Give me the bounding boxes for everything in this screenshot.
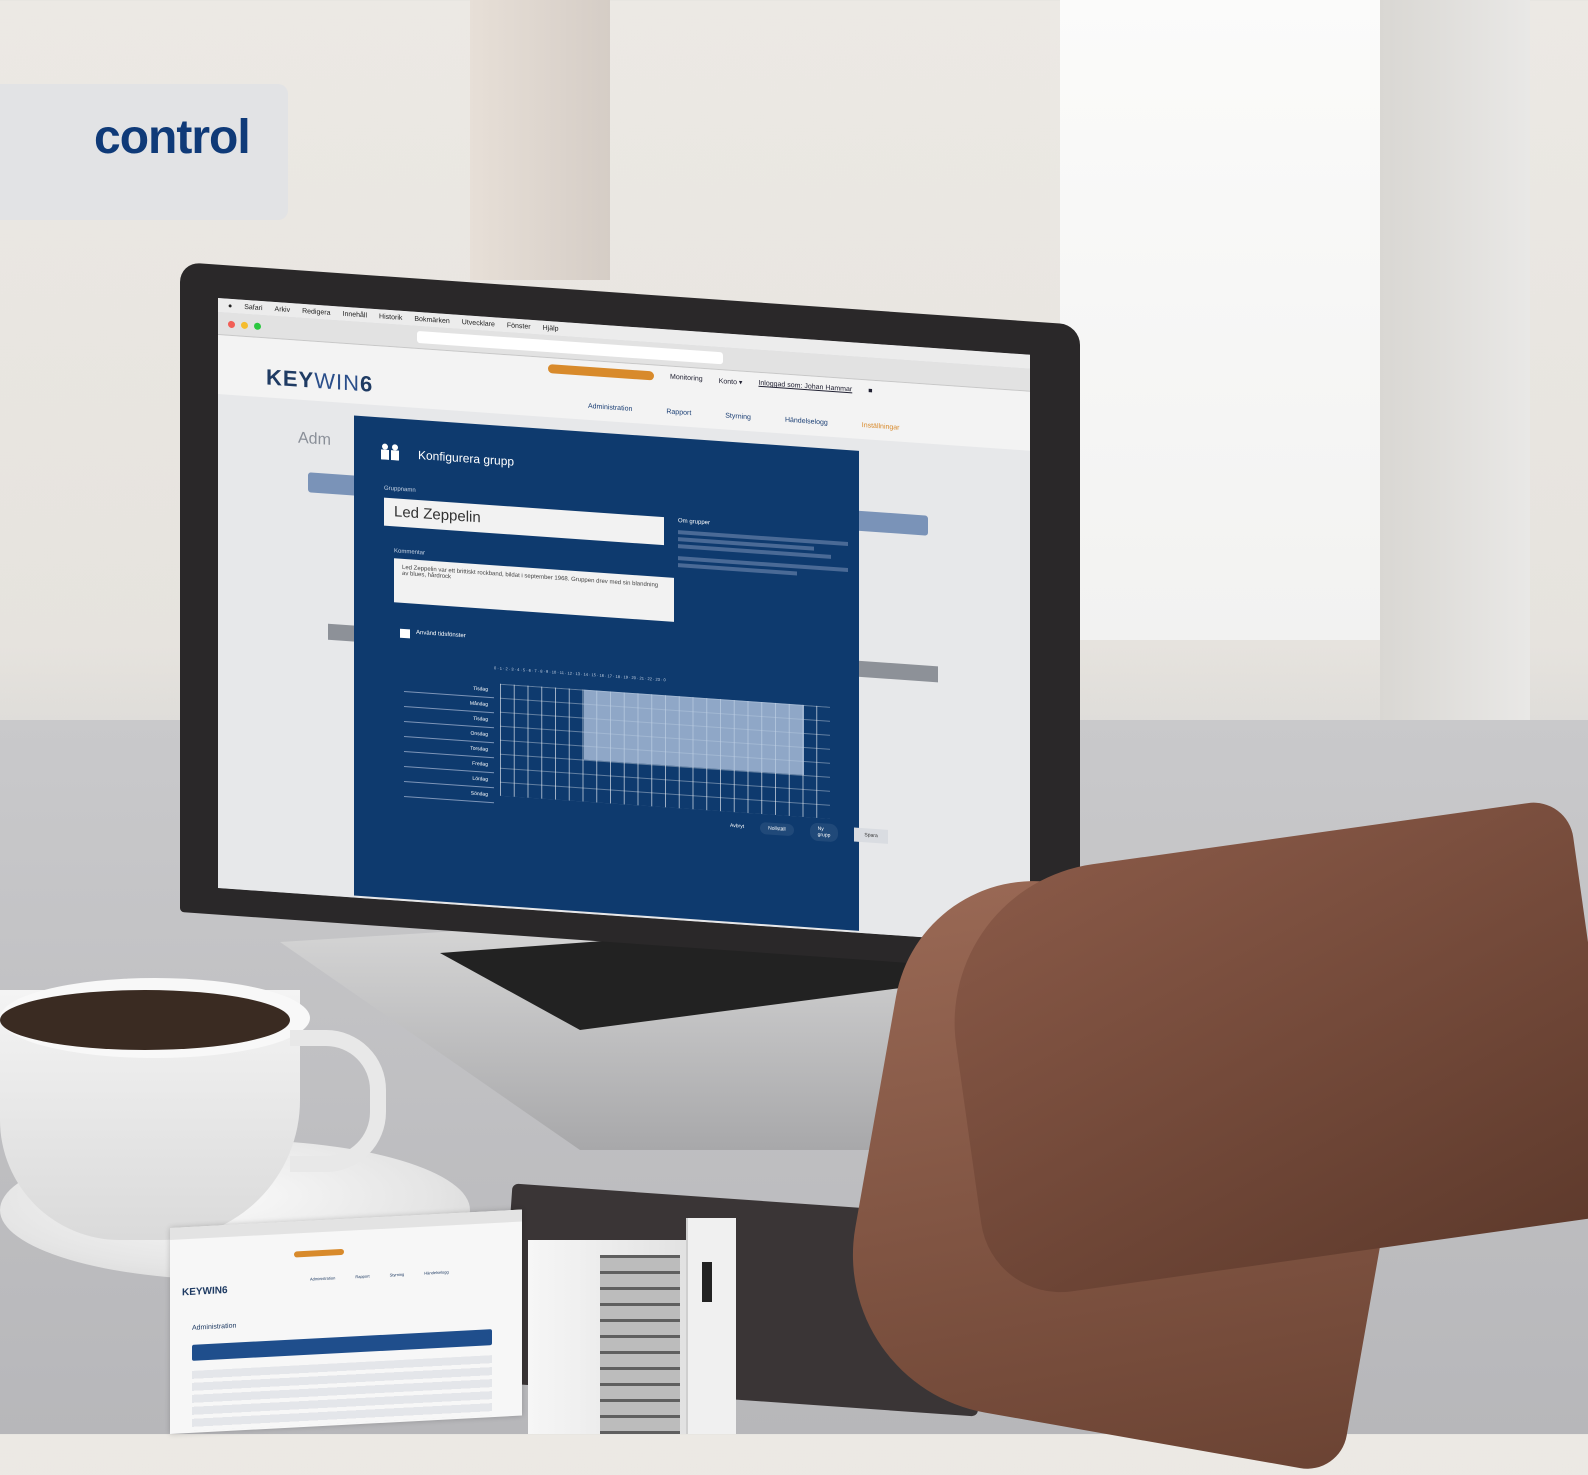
logo-thin: WIN — [314, 367, 361, 396]
mini-toolbar — [192, 1329, 492, 1361]
nav-rapport[interactable]: Rapport — [666, 408, 691, 417]
mini-status-pill — [294, 1248, 344, 1258]
new-group-button[interactable]: Ny grupp — [809, 822, 839, 843]
zoom-window-icon[interactable] — [254, 322, 261, 330]
menu-fonster[interactable]: Fönster — [507, 322, 531, 331]
modal-title: Konfigurera grupp — [418, 447, 515, 469]
cancel-button[interactable]: Avbryt — [730, 823, 744, 830]
nav-installningar[interactable]: Inställningar — [862, 422, 900, 432]
minimize-window-icon[interactable] — [241, 321, 248, 329]
save-button[interactable]: Spara — [854, 827, 888, 844]
status-pill[interactable] — [548, 364, 654, 381]
laptop-screen: ● Safari Arkiv Redigera Innehåll Histori… — [218, 298, 1030, 945]
logo-num: 6 — [360, 370, 374, 397]
account-menu[interactable]: Konto ▾ — [719, 377, 743, 387]
close-window-icon[interactable] — [228, 320, 235, 328]
cup-handle — [290, 1030, 386, 1172]
cabinet-door — [686, 1218, 736, 1434]
menu-innehall[interactable]: Innehåll — [343, 310, 368, 319]
cabinet-display — [702, 1262, 712, 1302]
group-name-input[interactable] — [384, 497, 664, 546]
about-groups-title: Om grupper — [678, 518, 711, 527]
logo-bold: KEY — [266, 364, 315, 393]
time-window-grid: 0 · 1 · 2 · 3 · 4 · 5 · 6 · 7 · 8 · 9 · … — [404, 659, 834, 839]
comment-textarea[interactable]: Led Zeppelin var ett brittiskt rockband,… — [394, 558, 674, 622]
time-window-checkbox[interactable] — [400, 628, 410, 639]
background-window-frame — [1380, 0, 1530, 720]
background-window — [1060, 0, 1390, 640]
nav-handelselogg[interactable]: Händelselogg — [785, 417, 828, 427]
nav-styrning[interactable]: Styrning — [725, 412, 751, 421]
day-labels: Tisdag Måndag Tisdag Onsdag Torsdag Fred… — [404, 677, 494, 804]
mini-nav: Administration Rapport Styrning Händelse… — [310, 1269, 449, 1281]
hour-labels: 0 · 1 · 2 · 3 · 4 · 5 · 6 · 7 · 8 · 9 · … — [494, 665, 666, 683]
group-icon — [381, 443, 399, 461]
mini-screenshot: KEYWIN6 Administration Rapport Styrning … — [170, 1209, 522, 1434]
nav-administration[interactable]: Administration — [588, 403, 632, 413]
mini-nav-item: Administration — [310, 1275, 336, 1282]
key-rack — [600, 1255, 680, 1434]
menu-utvecklare[interactable]: Utvecklare — [462, 319, 495, 328]
time-window-label: Använd tidsfönster — [416, 629, 466, 640]
page-title: Adm — [298, 429, 331, 449]
mini-nav-item: Händelselogg — [424, 1269, 449, 1276]
menu-redigera[interactable]: Redigera — [302, 307, 330, 316]
reset-button[interactable]: Nollställ — [760, 821, 794, 837]
user-icon[interactable]: ■ — [868, 387, 872, 394]
brand-label: control — [94, 111, 251, 164]
mini-logo: KEYWIN6 — [182, 1284, 228, 1299]
menu-hjalp[interactable]: Hjälp — [543, 324, 559, 332]
background-pillar — [470, 0, 610, 280]
mini-nav-item: Styrning — [389, 1271, 405, 1278]
group-name-label: Gruppnamn — [384, 485, 416, 494]
menu-bokmarken[interactable]: Bokmärken — [414, 315, 449, 324]
about-groups-text — [678, 530, 848, 579]
monitoring-link[interactable]: Monitoring — [670, 374, 703, 383]
logged-in-user[interactable]: Inloggad som: Johan Hammar — [758, 380, 852, 394]
coffee — [0, 990, 290, 1050]
mini-nav-item: Rapport — [355, 1273, 370, 1280]
apple-icon[interactable]: ● — [228, 302, 232, 309]
mini-page-title: Administration — [192, 1322, 237, 1332]
configure-group-modal: Konfigurera grupp Gruppnamn Kommentar Le… — [354, 415, 888, 931]
menu-arkiv[interactable]: Arkiv — [275, 305, 291, 313]
comment-label: Kommentar — [394, 548, 426, 557]
menu-historik[interactable]: Historik — [379, 313, 402, 322]
menu-safari[interactable]: Safari — [244, 303, 262, 311]
keywin-logo[interactable]: KEYWIN6 — [266, 364, 373, 398]
